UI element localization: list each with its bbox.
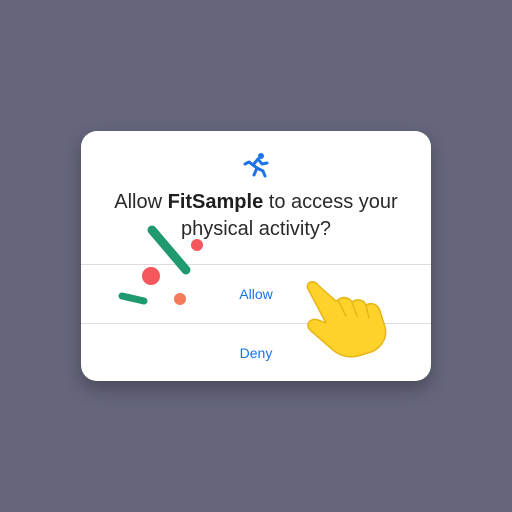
confetti-decoration [118, 225, 203, 305]
message-suffix: to access your [263, 191, 398, 213]
running-person-icon [243, 153, 269, 178]
message-prefix: Allow [114, 191, 168, 213]
pointing-hand-icon [306, 281, 387, 358]
app-name: FitSample [167, 191, 264, 213]
